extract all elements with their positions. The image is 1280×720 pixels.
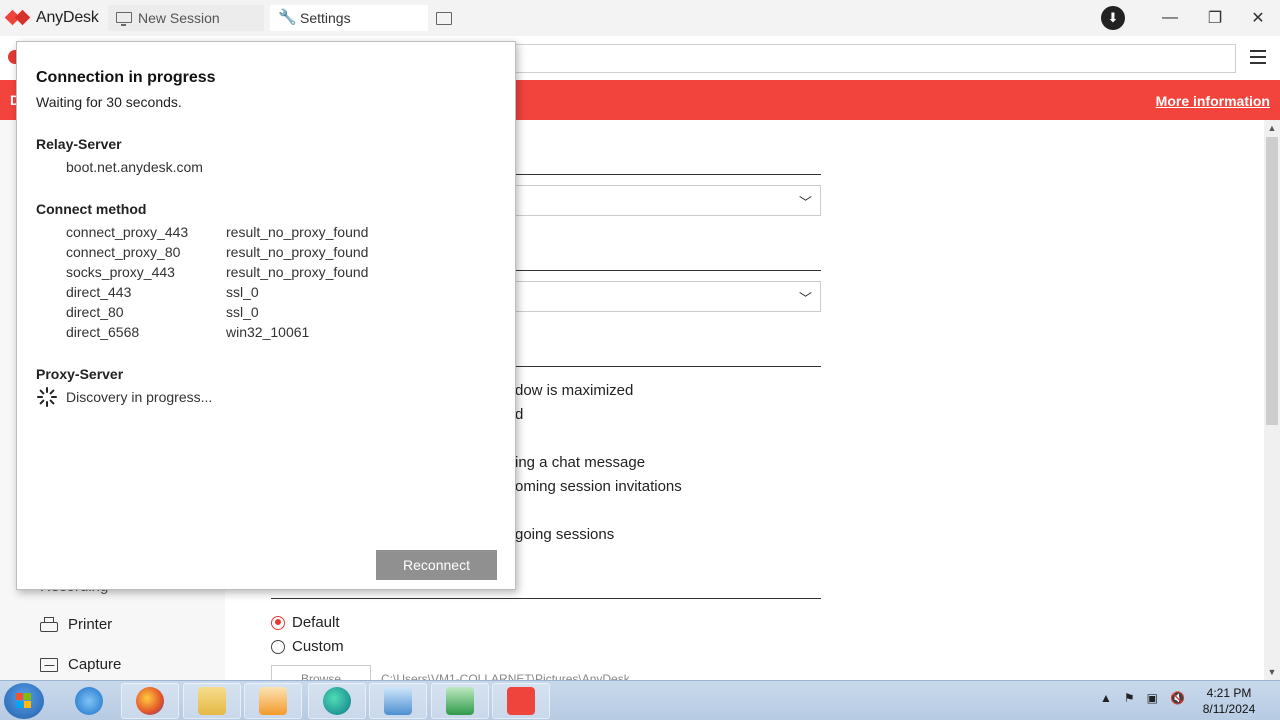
action-center-flag-icon[interactable]: ⚑ <box>1124 691 1135 705</box>
connect-method-heading: Connect method <box>36 201 147 217</box>
option-text[interactable]: oming session invitations <box>515 478 682 495</box>
method-name: connect_proxy_443 <box>66 224 189 240</box>
file-explorer-icon <box>198 687 226 715</box>
clock-date: 8/11/2024 <box>1202 702 1256 716</box>
windows-taskbar: ▲ ⚑ ▣ 🔇 4:21 PM 8/11/2024 <box>0 680 1280 720</box>
section-divider <box>271 598 821 599</box>
download-button[interactable]: ⬇ <box>1100 0 1126 36</box>
radio-custom-label: Custom <box>292 638 344 655</box>
menu-line <box>1250 50 1266 52</box>
popup-title: Connection in progress <box>36 69 216 86</box>
internet-explorer-icon <box>75 687 103 715</box>
method-result: result_no_proxy_found <box>226 224 369 240</box>
taskbar-edge[interactable] <box>308 683 366 719</box>
anydesk-logo: AnyDesk <box>4 7 99 29</box>
loading-spinner-icon <box>37 387 57 407</box>
start-button[interactable] <box>4 683 44 719</box>
chevron-down-icon: ﹀ <box>798 291 812 306</box>
task-manager-icon <box>446 687 474 715</box>
tab-new-session[interactable]: New Session <box>108 5 264 31</box>
restore-button[interactable]: ❐ <box>1192 0 1238 36</box>
taskbar-control-panel[interactable] <box>369 683 427 719</box>
sidebar-item-printer[interactable]: Printer <box>40 616 112 633</box>
radio-unselected-icon <box>271 639 285 654</box>
taskbar-firefox[interactable] <box>121 683 179 719</box>
popup-subtitle: Waiting for 30 seconds. <box>36 94 182 110</box>
close-button[interactable]: ✕ <box>1235 0 1280 36</box>
taskbar-file-explorer[interactable] <box>183 683 241 719</box>
close-icon: ✕ <box>1251 10 1265 27</box>
method-name: direct_6568 <box>66 324 140 340</box>
title-bar: AnyDesk New Session 🔧 Settings ⬇ — ❐ ✕ <box>0 0 1280 36</box>
taskbar-clock[interactable]: 4:21 PM 8/11/2024 <box>1190 685 1268 717</box>
proxy-server-heading: Proxy-Server <box>36 366 124 382</box>
method-name: socks_proxy_443 <box>66 264 175 280</box>
method-result: result_no_proxy_found <box>226 244 369 260</box>
menu-line <box>1250 62 1266 64</box>
restore-icon: ❐ <box>1207 10 1223 27</box>
taskbar-anydesk[interactable] <box>492 683 550 719</box>
tab-new-session-label: New Session <box>138 10 220 26</box>
anydesk-icon <box>507 687 535 715</box>
scroll-up-arrow-icon[interactable]: ▲ <box>1264 120 1280 136</box>
menu-line <box>1250 56 1266 58</box>
option-text[interactable]: d <box>515 406 523 423</box>
method-result: result_no_proxy_found <box>226 264 369 280</box>
show-hidden-icons-icon[interactable]: ▲ <box>1100 691 1112 705</box>
option-text[interactable]: going sessions <box>515 526 614 543</box>
method-name: direct_80 <box>66 304 124 320</box>
control-panel-icon <box>384 687 412 715</box>
scroll-down-arrow-icon[interactable]: ▼ <box>1264 664 1280 680</box>
volume-muted-icon[interactable]: 🔇 <box>1170 691 1185 705</box>
anydesk-logo-icon <box>4 9 31 27</box>
monitor-icon <box>116 11 132 26</box>
hamburger-menu-button[interactable] <box>1246 46 1270 70</box>
chevron-down-icon: ﹀ <box>798 195 812 210</box>
radio-default[interactable]: Default <box>271 614 340 631</box>
connection-popup: Connection in progress Waiting for 30 se… <box>16 41 516 590</box>
radio-selected-icon <box>271 615 285 630</box>
method-result: ssl_0 <box>226 284 259 300</box>
printer-icon <box>40 616 58 632</box>
taskbar-media-player[interactable] <box>244 683 302 719</box>
radio-custom[interactable]: Custom <box>271 638 344 655</box>
media-player-icon <box>259 687 287 715</box>
minimize-icon: — <box>1162 9 1178 26</box>
option-text[interactable]: dow is maximized <box>515 382 633 399</box>
radio-default-label: Default <box>292 614 340 631</box>
wrench-icon: 🔧 <box>278 9 297 26</box>
tab-settings[interactable]: 🔧 Settings <box>270 5 428 31</box>
sidebar-item-label: Capture <box>68 656 122 673</box>
more-information-link[interactable]: More information <box>1156 93 1270 109</box>
taskbar-task-manager[interactable] <box>431 683 489 719</box>
sidebar-item-capture[interactable]: Capture <box>40 656 121 673</box>
tab-settings-label: Settings <box>300 10 351 26</box>
download-icon: ⬇ <box>1101 6 1125 30</box>
capture-icon <box>40 657 58 672</box>
minimize-button[interactable]: — <box>1147 0 1193 36</box>
sidebar-item-label: Printer <box>68 616 113 633</box>
method-name: direct_443 <box>66 284 132 300</box>
clock-time: 4:21 PM <box>1206 686 1252 700</box>
method-name: connect_proxy_80 <box>66 244 181 260</box>
new-tab-monitor-icon[interactable] <box>436 12 452 25</box>
method-result: ssl_0 <box>226 304 259 320</box>
app-name: AnyDesk <box>36 9 99 26</box>
taskbar-internet-explorer[interactable] <box>60 683 118 719</box>
edge-icon <box>323 687 351 715</box>
relay-server-heading: Relay-Server <box>36 136 122 152</box>
system-tray: ▲ ⚑ ▣ 🔇 <box>1100 691 1185 705</box>
firefox-icon <box>136 687 164 715</box>
remote-address-input[interactable] <box>516 44 1236 73</box>
windows-logo-icon <box>16 693 32 709</box>
scrollbar-thumb[interactable] <box>1266 137 1278 425</box>
method-result: win32_10061 <box>226 324 310 340</box>
proxy-status-text: Discovery in progress... <box>66 389 213 405</box>
option-text[interactable]: ing a chat message <box>515 454 645 471</box>
reconnect-button[interactable]: Reconnect <box>376 550 497 580</box>
relay-server-value: boot.net.anydesk.com <box>66 159 203 175</box>
network-icon[interactable]: ▣ <box>1147 691 1158 705</box>
vertical-scrollbar[interactable]: ▲ ▼ <box>1264 120 1280 680</box>
